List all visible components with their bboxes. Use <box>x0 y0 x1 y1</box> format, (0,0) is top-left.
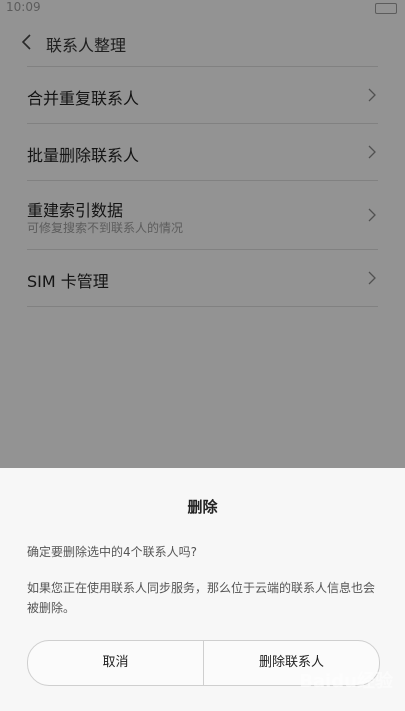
screen: 10:09 联系人整理 合并重复联系人 批量删除联系人 重建索引数据 可修复搜索… <box>0 0 405 711</box>
watermark: Baidu经验 <box>299 671 393 692</box>
cancel-button[interactable]: 取消 <box>28 641 204 685</box>
dialog-message: 确定要删除选中的4个联系人吗? <box>27 545 198 559</box>
delete-dialog: 删除 确定要删除选中的4个联系人吗? 如果您正在使用联系人同步服务，那么位于云端… <box>0 468 405 711</box>
dialog-title: 删除 <box>187 498 218 516</box>
dialog-note: 如果您正在使用联系人同步服务，那么位于云端的联系人信息也会被删除。 <box>27 581 376 615</box>
